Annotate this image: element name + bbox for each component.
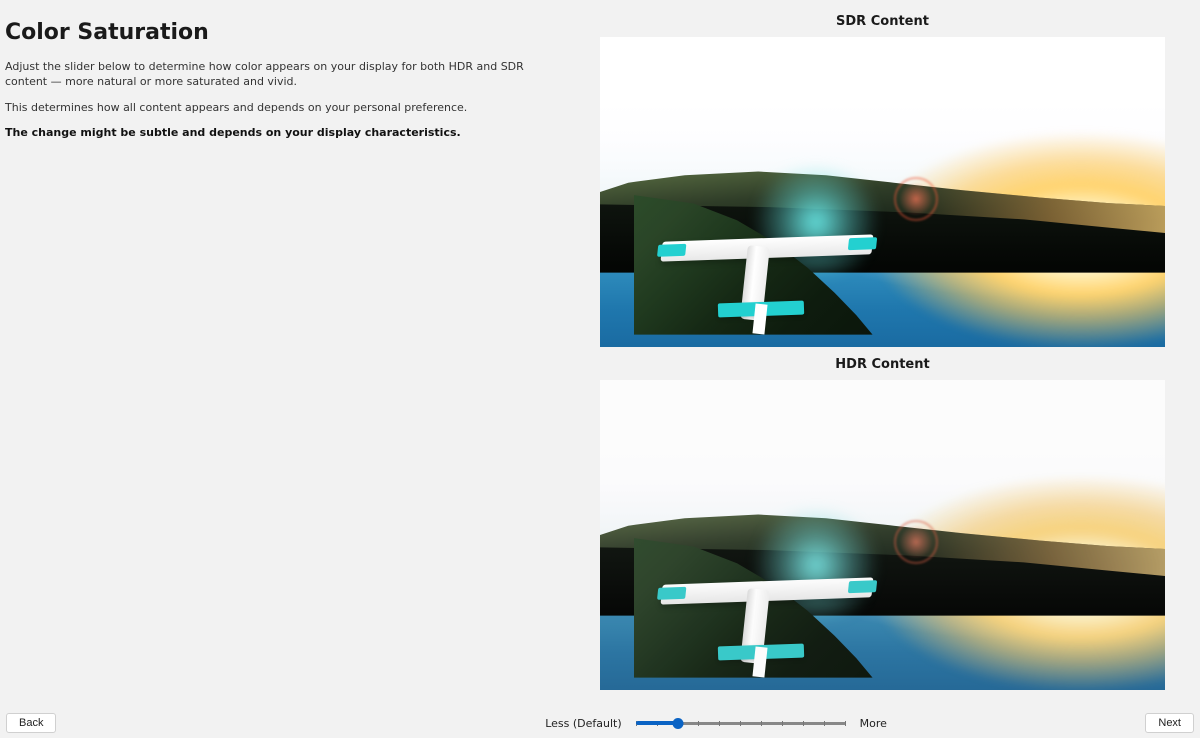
slider-min-label: Less (Default) [545, 717, 621, 730]
page-title: Color Saturation [5, 20, 600, 45]
description-3: The change might be subtle and depends o… [5, 125, 565, 140]
description-2: This determines how all content appears … [5, 100, 565, 115]
description-1: Adjust the slider below to determine how… [5, 59, 565, 90]
back-button[interactable]: Back [6, 713, 56, 733]
next-button[interactable]: Next [1145, 713, 1194, 733]
slider-max-label: More [860, 717, 887, 730]
hdr-preview-label: HDR Content [600, 357, 1165, 372]
saturation-slider[interactable] [636, 716, 846, 730]
sdr-preview-image [600, 37, 1165, 347]
sdr-preview-label: SDR Content [600, 14, 1165, 29]
hdr-preview-image [600, 380, 1165, 690]
